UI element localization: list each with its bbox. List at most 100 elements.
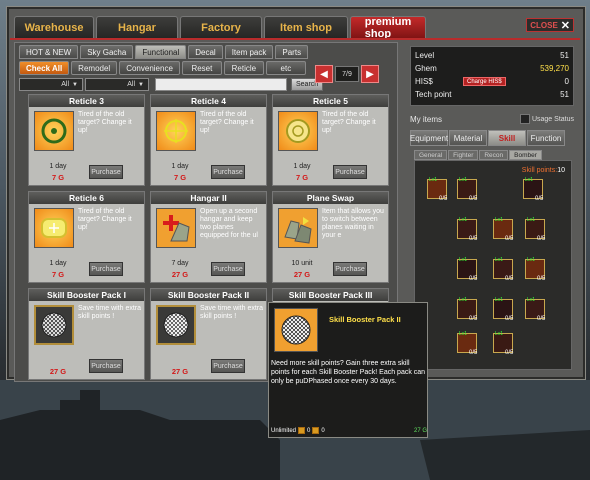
product-title: Reticle 6 <box>29 192 144 204</box>
tab-equipment[interactable]: Equipment <box>410 130 448 146</box>
tab-underline <box>10 38 580 40</box>
skill-slot[interactable]: Lv1 0/5 <box>493 217 519 245</box>
tab-fighter[interactable]: Fighter <box>448 150 479 160</box>
purchase-button[interactable]: Purchase <box>89 165 123 179</box>
charge-his-button[interactable]: Charge HIS$ <box>463 77 506 86</box>
filter-convenience[interactable]: Convenience <box>119 61 180 75</box>
product-card[interactable]: Reticle 3 Tired of the old target? Chang… <box>28 94 145 186</box>
tab-premium-shop[interactable]: premium shop <box>350 16 426 40</box>
product-price: 27 G <box>49 367 67 376</box>
skill-level: Lv1 <box>495 331 504 337</box>
filter-remodel[interactable]: Remodel <box>71 61 118 75</box>
tab-function[interactable]: Function <box>527 130 565 146</box>
filter-reticle[interactable]: Reticle <box>223 61 264 75</box>
purchase-button[interactable]: Purchase <box>89 359 123 373</box>
level-row: Level 51 <box>415 49 569 62</box>
purchase-button[interactable]: Purchase <box>211 165 245 179</box>
tab-parts[interactable]: Parts <box>275 45 309 59</box>
tab-item-shop[interactable]: Item shop <box>264 16 348 38</box>
tab-hot-new[interactable]: HOT & NEW <box>19 45 79 59</box>
tooltip-qty2: 0 <box>321 427 325 434</box>
skill-level: Lv1 <box>527 217 536 223</box>
coin-icon <box>298 427 306 434</box>
tab-factory[interactable]: Factory <box>180 16 262 38</box>
tab-bomber[interactable]: Bomber <box>509 150 542 160</box>
tab-general[interactable]: General <box>414 150 448 160</box>
product-card[interactable]: Reticle 4 Tired of the old target? Chang… <box>150 94 267 186</box>
search-bar: All ▼ All ▼ Search <box>19 78 324 91</box>
ghem-row: Ghem 539,270 <box>415 62 569 75</box>
tooltip-qty1: 0 <box>307 427 311 434</box>
purchase-button[interactable]: Purchase <box>333 262 367 276</box>
purchase-button[interactable]: Purchase <box>89 262 123 276</box>
next-page-icon[interactable]: ▶ <box>361 65 379 83</box>
product-price: 7 G <box>51 270 65 279</box>
skill-slot[interactable]: Lv1 0/5 <box>525 217 551 245</box>
skill-count: 0/5 <box>505 236 514 242</box>
product-card[interactable]: Skill Booster Pack I Save time with extr… <box>28 288 145 380</box>
skill-slot[interactable]: Lv1 0/5 <box>525 257 551 285</box>
skill-count: 0/5 <box>535 196 544 202</box>
filter-reset[interactable]: Reset <box>181 61 222 75</box>
player-stats: Level 51 Ghem 539,270 HIS$ Charge HIS$ 0 Tec… <box>410 46 574 106</box>
skill-slot[interactable]: Lv1 0/5 <box>493 331 519 359</box>
category-select-2[interactable]: All ▼ <box>85 78 149 91</box>
tab-item-pack[interactable]: Item pack <box>224 45 274 59</box>
category-select-1[interactable]: All ▼ <box>19 78 83 91</box>
chevron-down-icon: ▼ <box>72 81 78 88</box>
close-button[interactable]: CLOSE ✕ <box>526 18 574 32</box>
skill-points: Skill points:10 <box>522 167 565 174</box>
tab-skill[interactable]: Skill <box>488 130 526 146</box>
filter-etc[interactable]: etc <box>265 61 306 75</box>
tooltip-title: Skill Booster Pack II <box>329 315 401 324</box>
tech-row: Tech point 51 <box>415 88 569 101</box>
product-title: Hangar II <box>151 192 266 204</box>
tooltip-limit: Unlimited <box>271 427 297 434</box>
skill-slot[interactable]: Lv1 0/5 <box>523 177 549 205</box>
usage-status-button[interactable]: Usage Status <box>519 114 574 124</box>
purchase-button[interactable]: Purchase <box>211 359 245 373</box>
product-card[interactable]: Plane Swap Item that allows you to switc… <box>272 191 389 283</box>
skill-slot[interactable]: Lv1 0/5 <box>457 257 483 285</box>
search-input[interactable] <box>155 78 287 91</box>
purchase-button[interactable]: Purchase <box>211 262 245 276</box>
product-duration: 1 day <box>49 163 67 170</box>
top-tab-bar: Warehouse Hangar Factory Item shop premi… <box>14 16 426 40</box>
his-value: 0 <box>564 77 569 86</box>
skill-count: 0/5 <box>537 236 546 242</box>
tab-hangar[interactable]: Hangar <box>96 16 178 38</box>
skill-level: Lv1 <box>525 177 534 183</box>
reticle-icon <box>278 111 318 151</box>
product-title: Reticle 3 <box>29 95 144 107</box>
category-tabs: HOT & NEW Sky Gacha Functional Decal Ite… <box>19 45 309 59</box>
skill-count: 0/5 <box>505 316 514 322</box>
tab-recon[interactable]: Recon <box>479 150 509 160</box>
product-price: 27 G <box>171 367 189 376</box>
skill-slot[interactable]: Lv1 0/5 <box>525 297 551 325</box>
tab-sky-gacha[interactable]: Sky Gacha <box>80 45 134 59</box>
skill-slot[interactable]: Lv1 0/5 <box>427 177 453 205</box>
skill-slot[interactable]: Lv1 0/5 <box>493 297 519 325</box>
tab-material[interactable]: Material <box>449 130 487 146</box>
skill-slot[interactable]: Lv1 0/5 <box>457 217 483 245</box>
skill-slot[interactable]: Lv1 0/5 <box>457 331 483 359</box>
product-duration: 1 day <box>293 163 311 170</box>
tab-functional[interactable]: Functional <box>135 45 187 59</box>
purchase-button[interactable]: Purchase <box>333 165 367 179</box>
product-desc: Tired of the old target? Change it up! <box>322 111 376 134</box>
ghem-label: Ghem <box>415 64 437 73</box>
tab-warehouse[interactable]: Warehouse <box>14 16 94 38</box>
product-card[interactable]: Skill Booster Pack II Save time with ext… <box>150 288 267 380</box>
skill-slot[interactable]: Lv1 0/5 <box>457 297 483 325</box>
filter-check-all[interactable]: Check All <box>19 61 70 75</box>
prev-page-icon[interactable]: ◀ <box>315 65 333 83</box>
product-desc: Open up a second hangar and keep two pla… <box>200 208 258 239</box>
skill-level: Lv1 <box>459 297 468 303</box>
skill-count: 0/5 <box>505 276 514 282</box>
product-card[interactable]: Reticle 5 Tired of the old target? Chang… <box>272 94 389 186</box>
tab-decal[interactable]: Decal <box>188 45 223 59</box>
product-card[interactable]: Reticle 6 Tired of the old target? Chang… <box>28 191 145 283</box>
product-card[interactable]: Hangar II Open up a second hangar and ke… <box>150 191 267 283</box>
skill-slot[interactable]: Lv1 0/5 <box>457 177 483 205</box>
skill-slot[interactable]: Lv1 0/5 <box>493 257 519 285</box>
